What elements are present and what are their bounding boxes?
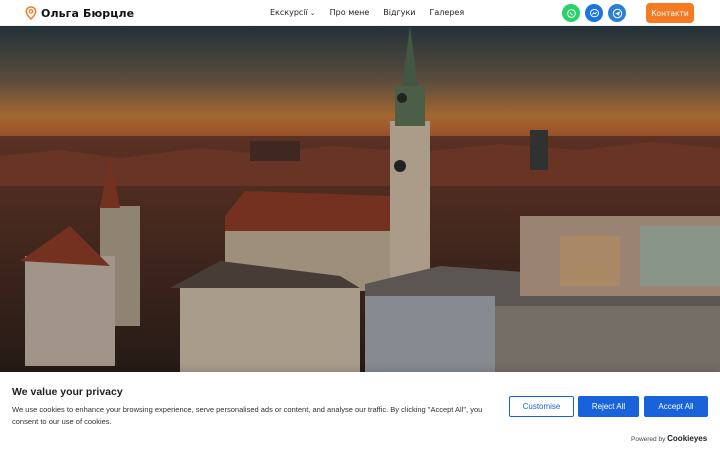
cookieyes-logo: Cookieyes [667,434,708,443]
chevron-down-icon: ⌄ [309,8,316,17]
reject-all-button[interactable]: Reject All [578,396,639,417]
logo[interactable]: Ольга Бюрцле [25,6,134,20]
customise-button[interactable]: Customise [509,396,574,417]
nav-item-label: Галерея [429,8,465,17]
site-header: Ольга Бюрцле Екскурсії ⌄ Про мене Відгук… [0,0,720,26]
nav-item-gallery[interactable]: Галерея [430,8,465,17]
whatsapp-button[interactable] [562,4,580,22]
nav-item-label: Відгуки [383,8,416,17]
contacts-button[interactable]: Контакти [646,3,694,23]
nav-item-label: Про мене [329,8,370,17]
nav-item-about[interactable]: Про мене [330,8,370,17]
nav-item-reviews[interactable]: Відгуки [383,8,415,17]
location-pin-icon [25,6,37,20]
whatsapp-icon [566,8,576,18]
nav-item-tours[interactable]: Екскурсії ⌄ [270,8,316,17]
accept-all-button[interactable]: Accept All [644,396,708,417]
messenger-button[interactable] [585,4,603,22]
hero-image [0,26,720,376]
powered-by[interactable]: Powered by Cookieyes [631,434,707,443]
city-skyline-illustration [0,26,720,376]
telegram-icon [612,8,622,18]
telegram-button[interactable] [608,4,626,22]
main-nav: Екскурсії ⌄ Про мене Відгуки Галерея [270,8,464,17]
messenger-icon [589,8,599,17]
cookie-description: We use cookies to enhance your browsing … [12,405,483,426]
cookie-title: We value your privacy [12,386,123,398]
logo-text: Ольга Бюрцле [41,6,135,20]
nav-item-label: Екскурсії [270,8,308,17]
powered-by-label: Powered by [631,436,666,443]
cookie-consent-banner: We value your privacy We use cookies to … [0,372,720,450]
